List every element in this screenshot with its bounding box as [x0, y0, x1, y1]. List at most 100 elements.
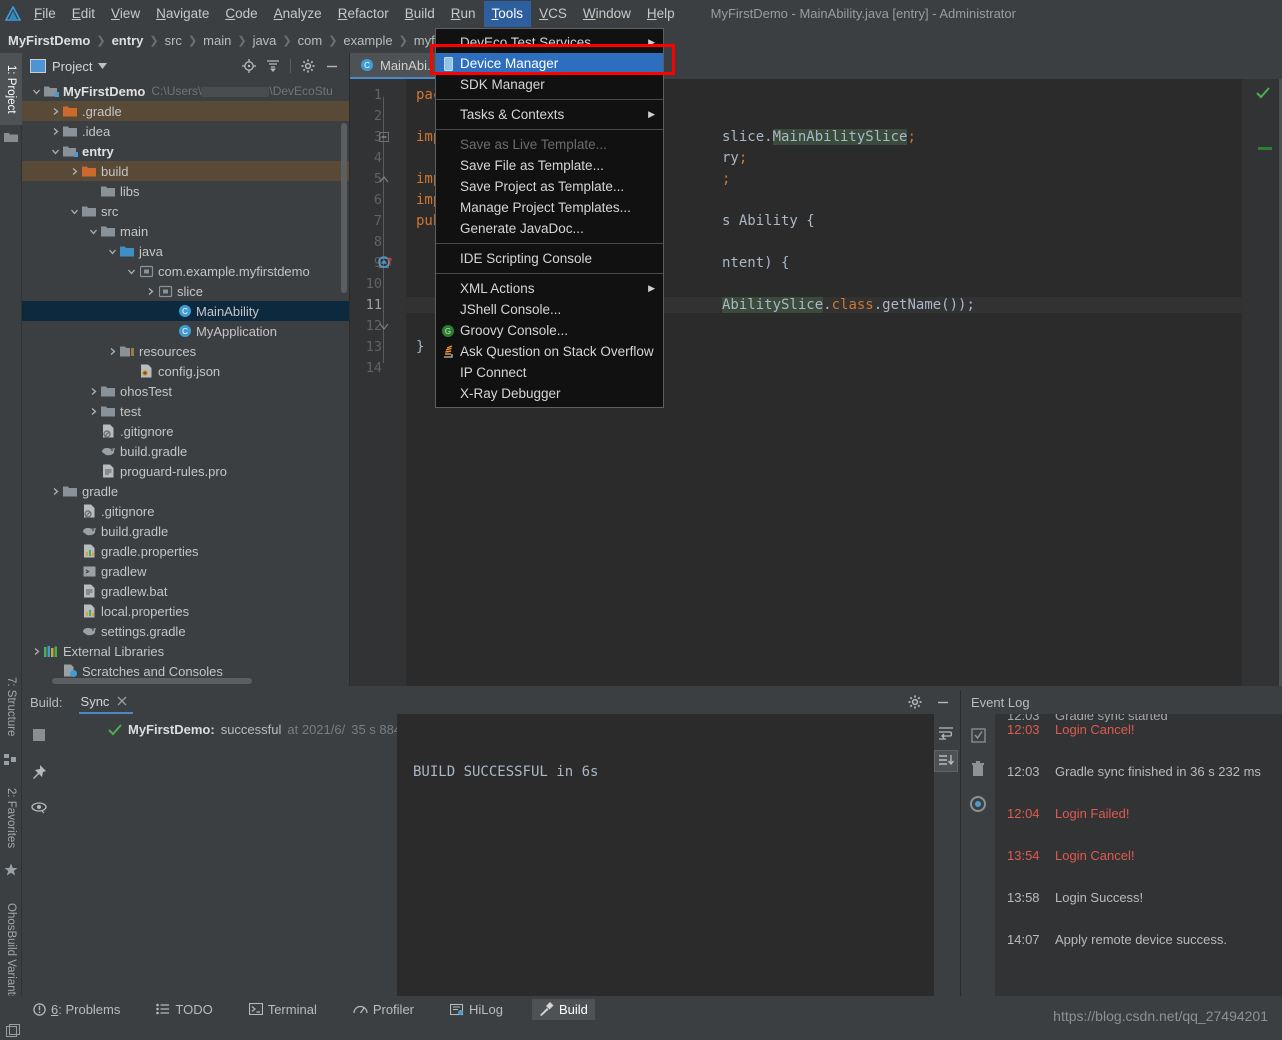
menu-item-tools[interactable]: Tools	[483, 0, 532, 27]
tree-node-build[interactable]: build	[22, 161, 349, 181]
minimize-icon[interactable]	[325, 59, 339, 73]
tree-node-myfirstdemo[interactable]: MyFirstDemo C:\Users\ \DevEcoStu	[22, 81, 349, 101]
status-tab-hilog[interactable]: HiLog	[443, 999, 510, 1020]
menu-option-jshell-console[interactable]: JShell Console...	[436, 299, 663, 320]
menu-option-generate-javadoc[interactable]: Generate JavaDoc...	[436, 218, 663, 239]
fold-toggle-import-2[interactable]	[378, 173, 390, 185]
breadcrumb-item-java[interactable]: java	[253, 33, 277, 48]
menu-option-ask-question-on-stack-overflow[interactable]: Ask Question on Stack Overflow	[436, 341, 663, 362]
build-tab-sync[interactable]: Sync	[78, 691, 134, 714]
eye-icon[interactable]	[31, 802, 47, 814]
event-log-entry[interactable]: 14:07 Apply remote device success.	[995, 932, 1282, 974]
tree-node--gitignore[interactable]: .gitignore	[22, 421, 349, 441]
gear-icon[interactable]	[908, 695, 922, 709]
chevron-right-icon[interactable]	[49, 481, 62, 501]
editor-tab-mainability[interactable]: C MainAbi...	[350, 53, 448, 79]
menu-option-sdk-manager[interactable]: SDK Manager	[436, 74, 663, 95]
tree-node-resources[interactable]: resources	[22, 341, 349, 361]
close-icon[interactable]	[117, 696, 127, 706]
tree-node-test[interactable]: test	[22, 401, 349, 421]
chevron-right-icon[interactable]	[49, 121, 62, 141]
tree-node-settings-gradle[interactable]: settings.gradle	[22, 621, 349, 641]
chevron-down-icon[interactable]	[125, 261, 138, 281]
pin-icon[interactable]	[31, 764, 47, 780]
menu-option-xml-actions[interactable]: XML Actions ▶	[436, 278, 663, 299]
breadcrumb-item-src[interactable]: src	[165, 33, 182, 48]
tree-node-libs[interactable]: libs	[22, 181, 349, 201]
breadcrumb-item-myfirstdemo[interactable]: MyFirstDemo	[8, 33, 90, 48]
tree-node-myapplication[interactable]: C MyApplication	[22, 321, 349, 341]
sidebar-item-favorites[interactable]: 2: Favorites	[0, 775, 22, 861]
tree-node-slice[interactable]: slice	[22, 281, 349, 301]
menu-item-window[interactable]: Window	[575, 1, 639, 27]
tree-node-build-gradle[interactable]: build.gradle	[22, 441, 349, 461]
override-method-icon[interactable]	[378, 255, 398, 269]
fold-toggle-imports[interactable]	[378, 131, 390, 143]
project-horizontal-scrollbar[interactable]	[52, 678, 252, 684]
chevron-down-icon[interactable]	[106, 241, 119, 261]
menu-item-refactor[interactable]: Refactor	[330, 1, 397, 27]
build-result-row[interactable]: MyFirstDemo: successful at 2021/6/ 35 s …	[56, 722, 422, 737]
breadcrumb-item-main[interactable]: main	[203, 33, 231, 48]
editor-gutter[interactable]: 1 2 3 4 5 6 7 8 9 10 11 12 13 14	[350, 79, 406, 686]
expand-all-icon[interactable]	[934, 750, 958, 772]
status-tab-terminal[interactable]: Terminal	[242, 999, 324, 1020]
project-vertical-scrollbar[interactable]	[341, 123, 347, 293]
menu-option-ip-connect[interactable]: IP Connect	[436, 362, 663, 383]
chevron-down-icon[interactable]	[87, 221, 100, 241]
stop-icon[interactable]	[32, 728, 46, 742]
status-tab-6-problems[interactable]: 6: Problems	[26, 999, 127, 1020]
tools-dropdown-menu[interactable]: DevEco Test Services ▶ Device Manager SDK M…	[435, 28, 664, 408]
chevron-down-icon[interactable]	[30, 81, 43, 101]
menu-option-save-file-as-template[interactable]: Save File as Template...	[436, 155, 663, 176]
menu-item-file[interactable]: File	[26, 1, 64, 27]
settings-circle-icon[interactable]	[969, 795, 987, 813]
event-log-entry[interactable]: 12:03 Login Cancel!	[995, 722, 1282, 764]
menu-option-tasks-contexts[interactable]: Tasks & Contexts ▶	[436, 104, 663, 125]
tree-node-proguard-rules-pro[interactable]: proguard-rules.pro	[22, 461, 349, 481]
tree-node--gitignore[interactable]: .gitignore	[22, 501, 349, 521]
fold-toggle-method-end[interactable]	[378, 320, 390, 332]
breadcrumb-item-entry[interactable]: entry	[112, 33, 144, 48]
collapse-all-icon[interactable]	[266, 59, 280, 73]
tree-node-java[interactable]: java	[22, 241, 349, 261]
tree-node-mainability[interactable]: C MainAbility	[22, 301, 349, 321]
gear-icon[interactable]	[301, 59, 315, 73]
editor-marker-gutter[interactable]	[1242, 79, 1282, 686]
chevron-down-icon[interactable]	[98, 63, 108, 69]
menu-item-help[interactable]: Help	[639, 1, 683, 27]
menu-option-x-ray-debugger[interactable]: X-Ray Debugger	[436, 383, 663, 404]
tree-node-com-example-myfirstdemo[interactable]: com.example.myfirstdemo	[22, 261, 349, 281]
locate-icon[interactable]	[242, 59, 256, 73]
menu-item-vcs[interactable]: VCS	[531, 1, 575, 27]
build-result-tree[interactable]: MyFirstDemo: successful at 2021/6/ 35 s …	[56, 714, 422, 996]
trash-icon[interactable]	[971, 761, 985, 777]
tree-node--gradle[interactable]: .gradle	[22, 101, 349, 121]
chevron-right-icon[interactable]	[30, 641, 43, 661]
menu-item-analyze[interactable]: Analyze	[266, 1, 330, 27]
soft-wrap-icon[interactable]	[938, 726, 954, 740]
menu-option-groovy-console[interactable]: G Groovy Console...	[436, 320, 663, 341]
event-log-entry[interactable]: 12:04 Login Failed!	[995, 806, 1282, 848]
event-log-entry[interactable]: 12:03 Gradle sync finished in 36 s 232 ms	[995, 764, 1282, 806]
tree-node-config-json[interactable]: config.json	[22, 361, 349, 381]
status-tab-build[interactable]: Build	[531, 998, 595, 1020]
menu-option-ide-scripting-console[interactable]: IDE Scripting Console	[436, 248, 663, 269]
breadcrumb-item-example[interactable]: example	[343, 33, 392, 48]
menu-item-view[interactable]: View	[103, 1, 148, 27]
tree-node-build-gradle[interactable]: build.gradle	[22, 521, 349, 541]
menu-item-navigate[interactable]: Navigate	[148, 1, 217, 27]
chevron-right-icon[interactable]	[87, 381, 100, 401]
tree-node-local-properties[interactable]: local.properties	[22, 601, 349, 621]
tree-node-gradle-properties[interactable]: gradle.properties	[22, 541, 349, 561]
chevron-right-icon[interactable]	[49, 101, 62, 121]
minimize-icon[interactable]	[936, 695, 950, 709]
mark-read-icon[interactable]	[970, 728, 986, 743]
event-log-entry[interactable]: 13:54 Login Cancel!	[995, 848, 1282, 890]
menu-option-manage-project-templates[interactable]: Manage Project Templates...	[436, 197, 663, 218]
event-log-entry[interactable]: 12:03 Gradle sync started	[995, 714, 1282, 722]
chevron-down-icon[interactable]	[68, 201, 81, 221]
tree-node--idea[interactable]: .idea	[22, 121, 349, 141]
tree-node-entry[interactable]: entry	[22, 141, 349, 161]
breadcrumb-item-com[interactable]: com	[298, 33, 323, 48]
